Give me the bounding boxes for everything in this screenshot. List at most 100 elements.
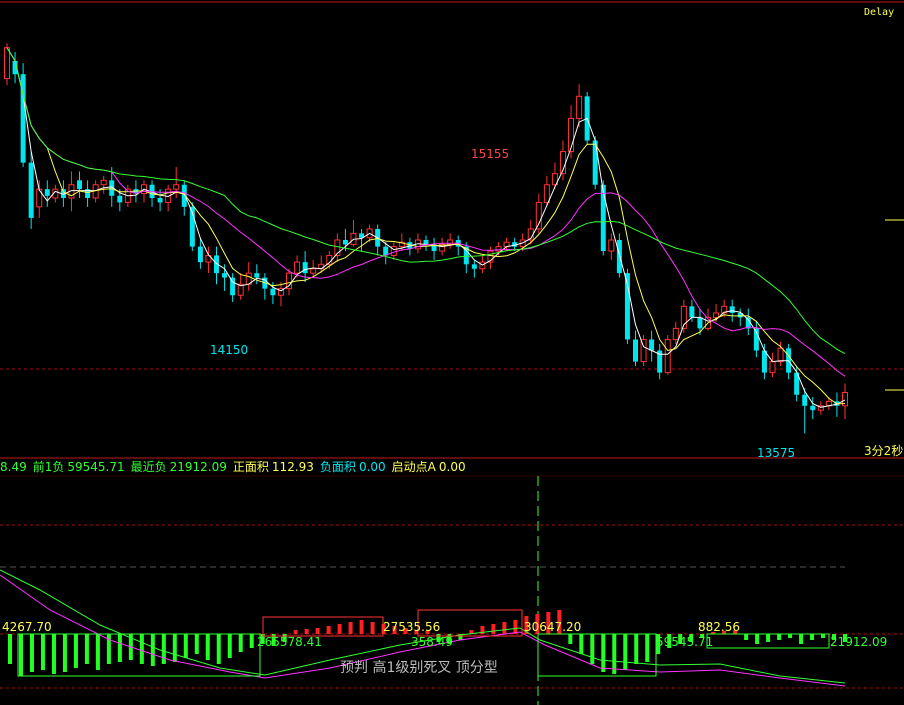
histogram-bar <box>51 634 56 674</box>
histogram-bar <box>315 628 320 634</box>
histogram-bar <box>150 634 155 666</box>
histogram-bar <box>821 634 826 638</box>
histogram-bar <box>579 634 584 654</box>
histogram-bar <box>18 634 23 676</box>
histogram-bar <box>601 634 606 672</box>
candle-body <box>576 95 583 119</box>
candle-body <box>44 189 50 196</box>
histogram-bar <box>502 622 507 634</box>
histogram-bar <box>84 634 89 664</box>
prev1-neg-label: 前1负 <box>32 460 65 474</box>
candle-body <box>100 179 107 186</box>
indicator-info-bar: 8.49 前1负 59545.71 最近负 21912.09 正面积 112.93 负面积 0.… <box>0 458 904 476</box>
histogram-bar <box>73 634 78 668</box>
candle-body <box>713 312 720 318</box>
histogram-bar <box>62 634 67 672</box>
histogram-bar <box>623 634 628 670</box>
histogram-bar <box>95 634 100 670</box>
candle-body <box>294 261 301 274</box>
indicator-label-6: 59545.71 <box>656 635 713 649</box>
histogram-bar <box>799 634 804 644</box>
price-high-label: 15155 <box>471 147 509 161</box>
candle-body <box>230 277 236 296</box>
histogram-bar <box>216 634 221 664</box>
histogram-bar <box>117 634 122 662</box>
histogram-bar <box>348 622 353 634</box>
pos-area-label: 正面积 <box>232 460 269 474</box>
histogram-bar <box>777 634 782 640</box>
price-low-label: 14150 <box>210 343 248 357</box>
histogram-bar <box>183 634 188 658</box>
indicator-label-2: 265578.41 <box>257 635 322 649</box>
histogram-bar <box>227 634 232 658</box>
ma-line <box>6 47 846 408</box>
neg-area-label: 负面积 <box>319 460 356 474</box>
candle-body <box>664 338 671 374</box>
histogram-bar <box>8 634 12 664</box>
indicator-label-5: 30647.20 <box>524 620 581 634</box>
histogram-bar <box>40 634 45 670</box>
candle-body <box>672 327 679 340</box>
histogram-bar <box>238 634 243 652</box>
candlestick-series <box>4 43 848 434</box>
histogram-bar <box>359 620 364 634</box>
pos-area-value: 112.93 <box>271 460 314 474</box>
candle-body <box>697 317 703 329</box>
histogram-bar <box>788 634 793 638</box>
histogram-bar <box>194 634 199 654</box>
candle-body <box>608 239 615 252</box>
histogram-bar <box>29 634 34 672</box>
candle-body <box>173 184 180 190</box>
histogram-bar <box>634 634 639 664</box>
histogram-bar <box>249 634 254 648</box>
indicator-label-7: 882.56 <box>698 620 740 634</box>
histogram-bar <box>337 624 342 634</box>
candle-body <box>802 394 808 406</box>
candle-body <box>471 264 477 269</box>
candle-body <box>254 273 260 278</box>
candle-body <box>310 268 317 274</box>
candle-body <box>117 195 123 203</box>
histogram-bar <box>172 634 177 662</box>
prev-value: 8.49 <box>0 460 27 474</box>
moving-average-lines <box>6 47 846 408</box>
ma-line <box>6 47 846 355</box>
histogram-bar <box>293 630 298 634</box>
candle-body <box>535 201 542 230</box>
histogram-bar <box>612 634 617 674</box>
candle-body <box>729 306 735 313</box>
histogram-bar <box>370 622 375 634</box>
candle-body <box>28 162 34 218</box>
histogram-bar <box>491 624 496 634</box>
candle-body <box>689 306 695 318</box>
histogram-bar <box>139 634 144 664</box>
histogram-bar <box>645 634 650 662</box>
ma-line <box>6 47 846 377</box>
chart-canvas: Delay 15155 14150 13575 3分2秒 4267.70 265… <box>0 1 904 705</box>
candle-body <box>761 350 767 373</box>
histogram-bar <box>755 634 760 644</box>
histogram-bar <box>304 629 309 634</box>
candle-body <box>4 47 10 80</box>
start-label: 启动点A <box>391 460 436 474</box>
histogram-bar <box>766 634 771 642</box>
delay-label: Delay <box>864 7 894 18</box>
candle-body <box>543 184 550 203</box>
neg-area-value: 0.00 <box>358 460 386 474</box>
indicator-watermark: 预判 高1级别死叉 顶分型 <box>340 659 498 676</box>
histogram-bar <box>590 634 595 664</box>
candle-body <box>777 347 784 363</box>
candle-body <box>222 273 228 278</box>
histogram-bar <box>205 634 210 660</box>
histogram-bar <box>513 620 518 634</box>
candle-body <box>769 361 776 374</box>
timeframe-label: 3分2秒 <box>864 444 903 458</box>
start-value: 0.00 <box>438 460 466 474</box>
indicator-label-8: 21912.09 <box>830 635 887 649</box>
histogram-bar <box>810 634 815 640</box>
candle-body <box>633 339 638 362</box>
candle-body <box>342 240 348 245</box>
candle-body <box>270 288 276 296</box>
main-panel-frame <box>0 1 904 477</box>
candle-body <box>447 239 454 245</box>
